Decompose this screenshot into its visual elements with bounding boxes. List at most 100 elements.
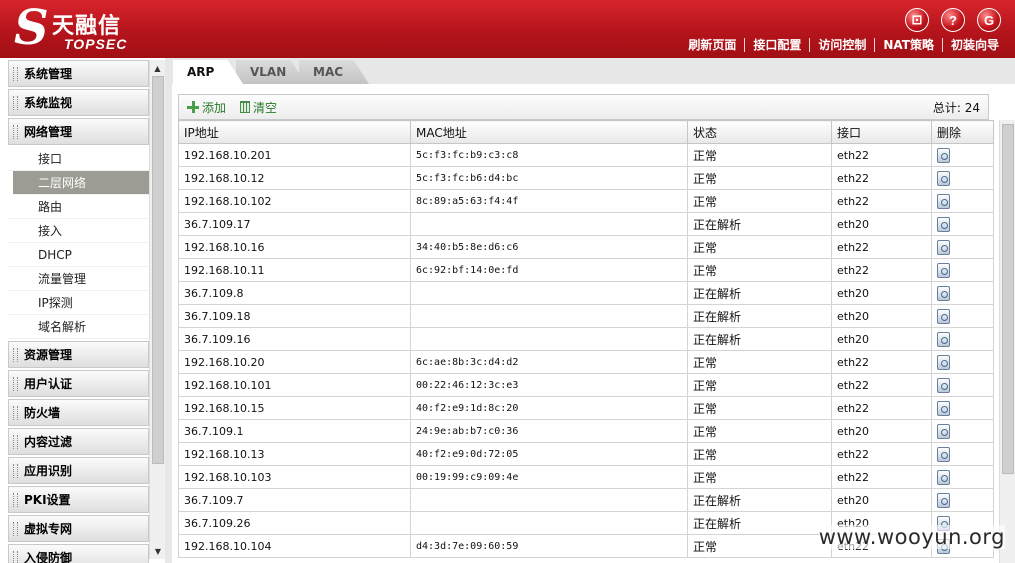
nav-nat-policy[interactable]: NAT策略	[874, 38, 942, 52]
sidebar-group-ips[interactable]: 入侵防御	[8, 544, 149, 563]
cell-status: 正在解析	[687, 327, 832, 351]
cell-mac: d4:3d:7e:09:60:59	[410, 534, 688, 558]
sidebar-item-dns[interactable]: 域名解析	[8, 315, 149, 339]
cell-delete	[931, 143, 994, 167]
grip-icon	[13, 521, 18, 536]
delete-icon[interactable]	[937, 193, 950, 209]
tab-vlan[interactable]: VLAN	[236, 60, 306, 84]
cell-ip: 192.168.10.104	[178, 534, 411, 558]
table-row: 192.168.10.103 00:19:99:c9:09:4e 正常 eth22	[178, 465, 994, 489]
column-header-interface[interactable]: 接口	[831, 120, 932, 144]
table-row: 192.168.10.102 8c:89:a5:63:f4:4f 正常 eth22	[178, 189, 994, 213]
delete-icon[interactable]	[937, 239, 950, 255]
delete-icon[interactable]	[937, 216, 950, 232]
cell-mac	[410, 304, 688, 328]
cell-delete	[931, 396, 994, 420]
delete-icon[interactable]	[937, 147, 950, 163]
delete-icon[interactable]	[937, 377, 950, 393]
sidebar-group-content-filter[interactable]: 内容过滤	[8, 428, 149, 455]
tab-arp[interactable]: ARP	[173, 60, 243, 84]
cell-mac: 5c:f3:fc:b9:c3:c8	[410, 143, 688, 167]
cell-ip: 192.168.10.101	[178, 373, 411, 397]
clear-button[interactable]: 清空	[240, 99, 277, 116]
cell-mac: 8c:89:a5:63:f4:4f	[410, 189, 688, 213]
logout-icon[interactable]: G	[977, 8, 1001, 32]
cell-interface: eth22	[831, 373, 932, 397]
top-nav: 刷新页面 接口配置 访问控制 NAT策略 初装向导	[680, 38, 1007, 52]
sidebar-item-route[interactable]: 路由	[8, 195, 149, 219]
sidebar-group-network-management[interactable]: 网络管理	[8, 118, 149, 145]
table-row: 192.168.10.101 00:22:46:12:3c:e3 正常 eth22	[178, 373, 994, 397]
cell-mac: 24:9e:ab:b7:c0:36	[410, 419, 688, 443]
sidebar-group-user-auth[interactable]: 用户认证	[8, 370, 149, 397]
column-header-mac[interactable]: MAC地址	[410, 120, 688, 144]
sidebar-group-firewall[interactable]: 防火墙	[8, 399, 149, 426]
delete-icon[interactable]	[937, 446, 950, 462]
column-header-status[interactable]: 状态	[687, 120, 832, 144]
delete-icon[interactable]	[937, 262, 950, 278]
sidebar-item-access[interactable]: 接入	[8, 219, 149, 243]
delete-icon[interactable]	[937, 331, 950, 347]
column-header-delete: 删除	[931, 120, 994, 144]
help-icon[interactable]: ?	[941, 8, 965, 32]
delete-icon[interactable]	[937, 423, 950, 439]
grip-icon	[13, 66, 18, 81]
delete-icon[interactable]	[937, 354, 950, 370]
sidebar-item-ip-probe[interactable]: IP探测	[8, 291, 149, 315]
scroll-down-icon[interactable]: ▼	[150, 543, 166, 559]
sidebar-item-layer2-network[interactable]: 二层网络	[13, 171, 149, 195]
delete-icon[interactable]	[937, 170, 950, 186]
nav-setup-wizard[interactable]: 初装向导	[941, 38, 1007, 52]
grip-icon	[13, 95, 18, 110]
sidebar-scrollbar[interactable]: ▲ ▼	[149, 60, 165, 559]
sidebar-item-dhcp[interactable]: DHCP	[8, 243, 149, 267]
cell-status: 正常	[687, 189, 832, 213]
delete-icon[interactable]	[937, 492, 950, 508]
nav-access-control[interactable]: 访问控制	[809, 38, 874, 52]
sidebar-item-interface[interactable]: 接口	[8, 147, 149, 171]
cell-delete	[931, 488, 994, 512]
sidebar-group-pki[interactable]: PKI设置	[8, 486, 149, 513]
table-row: 36.7.109.17 正在解析 eth20	[178, 212, 994, 236]
cell-interface: eth22	[831, 465, 932, 489]
delete-icon[interactable]	[937, 285, 950, 301]
nav-refresh-page[interactable]: 刷新页面	[680, 38, 744, 52]
delete-icon[interactable]	[937, 308, 950, 324]
sidebar-group-system-management[interactable]: 系统管理	[8, 60, 149, 87]
sidebar-group-label: 入侵防御	[24, 551, 73, 563]
main-content: MAC VLAN ARP 添加 清空 总计: 24 IP地址 MAC地址 状态 …	[165, 58, 1015, 563]
sidebar-group-label: PKI设置	[24, 493, 71, 507]
sidebar-scroll-thumb[interactable]	[152, 76, 164, 464]
nav-interface-config[interactable]: 接口配置	[744, 38, 809, 52]
sidebar-item-traffic-management[interactable]: 流量管理	[8, 267, 149, 291]
cell-mac	[410, 511, 688, 535]
clear-label: 清空	[253, 100, 278, 115]
column-header-ip[interactable]: IP地址	[178, 120, 411, 144]
cell-ip: 36.7.109.8	[178, 281, 411, 305]
cell-delete	[931, 304, 994, 328]
add-button[interactable]: 添加	[187, 99, 226, 116]
cell-interface: eth22	[831, 166, 932, 190]
sidebar-group-system-monitor[interactable]: 系统监视	[8, 89, 149, 116]
sidebar-group-resource-management[interactable]: 资源管理	[8, 341, 149, 368]
arp-table-body: 192.168.10.201 5c:f3:fc:b9:c3:c8 正常 eth22 19…	[178, 143, 994, 558]
sidebar-group-app-identification[interactable]: 应用识别	[8, 457, 149, 484]
scroll-up-icon[interactable]: ▲	[150, 60, 165, 76]
table-row: 192.168.10.16 34:40:b5:8e:d6:c6 正常 eth22	[178, 235, 994, 259]
table-row: 192.168.10.15 40:f2:e9:1d:8c:20 正常 eth22	[178, 396, 994, 420]
delete-icon[interactable]	[937, 400, 950, 416]
cell-interface: eth20	[831, 304, 932, 328]
cell-ip: 192.168.10.15	[178, 396, 411, 420]
table-row: 192.168.10.20 6c:ae:8b:3c:d4:d2 正常 eth22	[178, 350, 994, 374]
delete-icon[interactable]	[937, 469, 950, 485]
tab-mac[interactable]: MAC	[299, 60, 369, 84]
table-row: 36.7.109.16 正在解析 eth20	[178, 327, 994, 351]
grip-icon	[13, 347, 18, 362]
cell-delete	[931, 166, 994, 190]
sidebar-group-vpn[interactable]: 虚拟专网	[8, 515, 149, 542]
grip-icon	[13, 550, 18, 563]
table-scrollbar[interactable]	[999, 120, 1015, 563]
save-icon[interactable]: ⊡	[905, 8, 929, 32]
cell-status: 正常	[687, 534, 832, 558]
table-scroll-thumb[interactable]	[1002, 124, 1014, 474]
